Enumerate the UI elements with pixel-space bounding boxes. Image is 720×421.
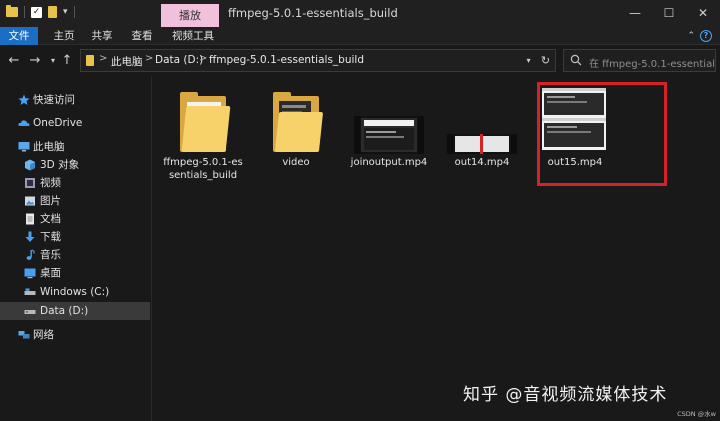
context-tab-play[interactable]: 播放 (161, 4, 219, 27)
nav-label: OneDrive (33, 117, 83, 129)
nav-this-pc[interactable]: 此电脑 (0, 138, 150, 156)
nav-label: 网络 (33, 329, 54, 341)
properties-check-icon[interactable]: ✓ (31, 6, 42, 18)
file-name: ffmpeg-5.0.1-es (163, 157, 243, 168)
breadcrumb-current-folder[interactable]: ffmpeg-5.0.1-essentials_build (209, 54, 364, 66)
up-arrow-icon[interactable]: ↑ (59, 53, 75, 69)
nav-label: 图片 (40, 195, 61, 207)
search-input[interactable]: 在 ffmpeg-5.0.1-essentials... (589, 55, 715, 70)
nav-quick-access[interactable]: 快速访问 (0, 91, 150, 109)
nav-label: Data (D:) (40, 305, 89, 317)
window-title: ffmpeg-5.0.1-essentials_build (228, 6, 398, 20)
corner-credit: CSDN @水w (677, 410, 716, 418)
new-folder-icon[interactable] (48, 6, 57, 18)
file-item-folder[interactable]: ffmpeg-5.0.1-es sentials_build (160, 84, 246, 194)
document-icon (26, 213, 34, 225)
nav-label: Windows (C:) (40, 286, 110, 298)
tab-share[interactable]: 共享 (88, 27, 116, 45)
nav-pictures[interactable]: 图片 (0, 192, 150, 210)
search-icon (570, 54, 582, 66)
nav-documents[interactable]: 文档 (0, 210, 150, 228)
file-item-video[interactable]: joinoutput.mp4 (346, 84, 432, 194)
address-row: ← → ▾ ↑ > 此电脑 > Data (D:) > ffmpeg-5.0.1… (0, 45, 720, 76)
tab-video-tools[interactable]: 视频工具 (168, 27, 218, 45)
folder-icon[interactable] (6, 5, 18, 17)
breadcrumb-data-drive[interactable]: Data (D:) (155, 54, 203, 66)
collapse-ribbon-chevron-icon[interactable]: ⌃ (687, 29, 695, 43)
watermark-text: 知乎 @音视频流媒体技术 (463, 385, 668, 405)
folder-icon (86, 55, 94, 66)
file-item-video[interactable]: out14.mp4 (439, 84, 525, 194)
maximize-button[interactable]: ☐ (654, 3, 684, 23)
close-button[interactable]: ✕ (688, 3, 718, 23)
address-bar[interactable]: > 此电脑 > Data (D:) > ffmpeg-5.0.1-essenti… (80, 49, 556, 72)
network-icon (18, 331, 30, 339)
breadcrumb-separator: > (145, 53, 154, 64)
navigation-pane: 快速访问 OneDrive 此电脑 3D 对象 视频 图片 文档 下载 音乐 桌… (0, 76, 152, 421)
file-name: video (282, 157, 310, 168)
nav-label: 桌面 (40, 267, 61, 279)
nav-label: 视频 (40, 177, 61, 189)
nav-windows-c[interactable]: Windows (C:) (0, 283, 150, 301)
desktop-icon (24, 268, 36, 279)
folder-icon (271, 92, 324, 152)
minimize-button[interactable]: — (620, 3, 650, 23)
highlight-box (537, 82, 667, 186)
refresh-icon[interactable]: ↻ (538, 52, 553, 69)
nav-onedrive[interactable]: OneDrive (0, 114, 150, 132)
film-icon (25, 178, 35, 188)
file-list: ffmpeg-5.0.1-es sentials_build video joi… (153, 76, 720, 421)
video-thumbnail (447, 134, 517, 154)
cube-icon (25, 159, 35, 171)
nav-label: 下载 (40, 231, 61, 243)
nav-3d-objects[interactable]: 3D 对象 (0, 156, 150, 174)
customize-toolbar-chevron-icon[interactable]: ▾ (63, 6, 68, 18)
file-name: sentials_build (168, 170, 238, 181)
search-box[interactable]: 在 ffmpeg-5.0.1-essentials... (563, 49, 716, 72)
file-item-folder[interactable]: video (253, 84, 339, 194)
tab-home[interactable]: 主页 (50, 27, 78, 45)
drive-icon (24, 288, 36, 295)
tab-file[interactable]: 文件 (0, 27, 38, 45)
breadcrumb-separator: > (199, 53, 208, 64)
music-note-icon (26, 249, 35, 260)
help-icon[interactable]: ? (700, 30, 712, 42)
folder-icon (178, 92, 231, 152)
nav-music[interactable]: 音乐 (0, 246, 150, 264)
file-name: joinoutput.mp4 (350, 157, 428, 168)
forward-arrow-icon[interactable]: → (27, 53, 43, 69)
nav-data-d[interactable]: Data (D:) (0, 302, 150, 320)
nav-label: 此电脑 (33, 141, 65, 153)
tab-view[interactable]: 查看 (128, 27, 156, 45)
file-name: out14.mp4 (454, 157, 510, 168)
breadcrumb-separator: > (99, 53, 108, 64)
nav-desktop[interactable]: 桌面 (0, 264, 150, 282)
nav-downloads[interactable]: 下载 (0, 228, 150, 246)
nav-label: 音乐 (40, 249, 61, 261)
nav-label: 文档 (40, 213, 61, 225)
nav-videos[interactable]: 视频 (0, 174, 150, 192)
breadcrumb-this-pc[interactable]: 此电脑 (111, 54, 143, 69)
star-icon (18, 94, 30, 105)
cloud-icon (18, 120, 30, 126)
back-arrow-icon[interactable]: ← (6, 53, 22, 69)
address-history-chevron-icon[interactable]: ▾ (521, 52, 536, 69)
divider (73, 6, 75, 18)
quick-access-toolbar: ✓ ▾ (6, 5, 75, 18)
download-arrow-icon (25, 231, 35, 242)
nav-label: 快速访问 (33, 94, 75, 106)
title-bar: ✓ ▾ 播放 ffmpeg-5.0.1-essentials_build — ☐… (0, 0, 720, 27)
nav-network[interactable]: 网络 (0, 326, 150, 344)
picture-icon (25, 196, 35, 206)
divider (24, 6, 25, 18)
computer-icon (18, 142, 30, 152)
video-thumbnail (354, 116, 424, 154)
ribbon-tabs: 文件 主页 共享 查看 视频工具 ⌃ ? (0, 27, 720, 45)
drive-icon (24, 310, 36, 314)
nav-label: 3D 对象 (40, 159, 80, 171)
